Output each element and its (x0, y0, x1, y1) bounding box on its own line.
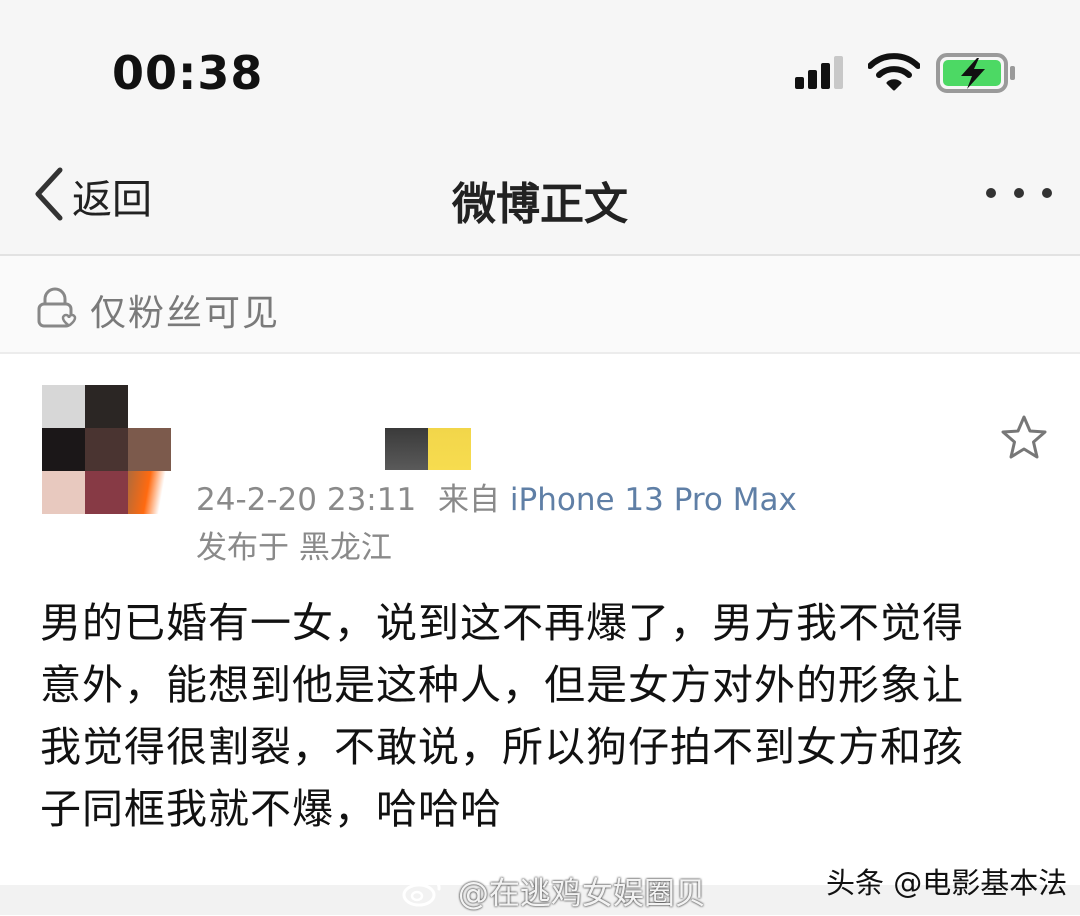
username-mosaic[interactable] (385, 428, 471, 470)
post-body: 男的已婚有一女，说到这不再爆了，男方我不觉得 意外，能想到他是这种人，但是女方对… (40, 592, 1050, 840)
post-via-label: 来自 (438, 482, 501, 518)
nav-bar: 返回 微博正文 (0, 150, 1080, 256)
wifi-icon (867, 52, 921, 96)
visibility-notice: 仅粉丝可见 (0, 256, 1080, 354)
status-time: 00:38 (112, 46, 264, 100)
cellular-signal-icon (795, 55, 851, 95)
visibility-label: 仅粉丝可见 (90, 293, 281, 334)
more-dots-icon (982, 188, 1056, 212)
star-outline-icon[interactable] (1000, 414, 1048, 464)
post-meta: 24-2-20 23:11 来自 iPhone 13 Pro Max (196, 474, 797, 519)
avatar[interactable] (42, 385, 171, 514)
status-bar: 00:38 (0, 0, 1080, 150)
lock-heart-icon (36, 287, 78, 333)
post-body-line: 我觉得很割裂，不敢说，所以狗仔拍不到女方和孩 (40, 723, 964, 771)
more-button[interactable] (982, 178, 1056, 208)
post-location: 发布于 黑龙江 (196, 530, 392, 566)
weibo-watermark-text: @在逃鸡女娱圈贝 (457, 876, 706, 912)
post-datetime: 24-2-20 23:11 (196, 482, 417, 518)
post-device-link[interactable]: iPhone 13 Pro Max (510, 482, 797, 518)
battery-charging-icon (935, 52, 1019, 98)
weibo-logo-icon (402, 876, 442, 916)
post-body-line: 子同框我就不爆，哈哈哈 (40, 785, 502, 833)
page-title: 微博正文 (452, 179, 628, 230)
weibo-watermark: @在逃鸡女娱圈贝 (402, 868, 706, 916)
post-body-line: 男的已婚有一女，说到这不再爆了，男方我不觉得 (40, 599, 964, 647)
toutiao-watermark: 头条 @电影基本法 (826, 866, 1068, 900)
post-body-line: 意外，能想到他是这种人，但是女方对外的形象让 (40, 661, 964, 709)
